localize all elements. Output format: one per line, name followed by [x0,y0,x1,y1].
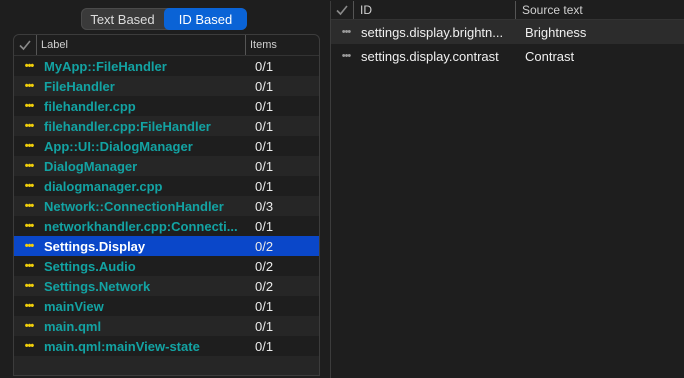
context-row[interactable]: ••• Settings.Network 0/2 [14,276,319,296]
more-dots-icon[interactable]: ••• [14,280,44,292]
context-item-count: 0/1 [255,298,274,314]
context-item-count: 0/1 [255,318,274,334]
context-row[interactable]: ••• Settings.Display 0/2 [14,236,319,256]
context-row[interactable]: ••• DialogManager 0/1 [14,156,319,176]
context-row[interactable]: ••• mainView 0/1 [14,296,319,316]
view-mode-segmented-control[interactable]: Text Based ID Based [81,8,247,30]
more-dots-icon[interactable]: ••• [331,50,361,62]
context-item-count: 0/1 [255,218,274,234]
context-row[interactable]: ••• Settings.Audio 0/2 [14,256,319,276]
context-label: Network::ConnectionHandler [44,198,224,214]
context-row[interactable]: ••• filehandler.cpp:FileHandler 0/1 [14,116,319,136]
context-item-count: 0/1 [255,178,274,194]
message-source-text: Brightness [525,24,587,40]
text-based-tab[interactable]: Text Based [81,8,164,30]
context-list-header: Label Items [14,35,319,56]
context-row[interactable]: ••• Network::ConnectionHandler 0/3 [14,196,319,216]
more-dots-icon[interactable]: ••• [331,26,361,38]
context-item-count: 0/2 [255,258,274,274]
context-label: filehandler.cpp [44,98,136,114]
header-check-column[interactable] [331,4,353,16]
more-dots-icon[interactable]: ••• [14,80,44,92]
context-label: Settings.Audio [44,258,136,274]
context-item-count: 0/3 [255,198,274,214]
more-dots-icon[interactable]: ••• [14,200,44,212]
more-dots-icon[interactable]: ••• [14,100,44,112]
context-label: Settings.Network [44,278,151,294]
context-list-rows: ••• MyApp::FileHandler 0/1 ••• FileHandler 0/… [14,56,319,375]
context-label: dialogmanager.cpp [44,178,163,194]
more-dots-icon[interactable]: ••• [14,260,44,272]
context-label: App::UI::DialogManager [44,138,193,154]
context-item-count: 0/1 [255,78,274,94]
message-source-text: Contrast [525,48,575,64]
context-item-count: 0/1 [255,98,274,114]
message-list-panel: ID Source text ••• settings.display.brigh… [330,1,684,378]
items-column-header[interactable]: Items [245,35,319,55]
context-item-count: 0/1 [255,158,274,174]
more-dots-icon[interactable]: ••• [14,140,44,152]
message-id: settings.display.contrast [361,48,499,64]
more-dots-icon[interactable]: ••• [14,60,44,72]
context-label: mainView [44,298,104,314]
context-row[interactable]: ••• MyApp::FileHandler 0/1 [14,56,319,76]
context-label: networkhandler.cpp:Connecti... [44,218,238,234]
more-dots-icon[interactable]: ••• [14,300,44,312]
context-item-count: 0/2 [255,278,274,294]
context-label: main.qml [44,318,102,334]
context-list-panel: Label Items ••• MyApp::FileHandler 0/1 ••• F… [13,34,320,376]
more-dots-icon[interactable]: ••• [14,180,44,192]
context-label: FileHandler [44,78,115,94]
message-id: settings.display.brightn... [361,24,504,40]
context-row[interactable]: ••• main.qml:mainView-state 0/1 [14,336,319,356]
context-item-count: 0/1 [255,58,274,74]
message-row[interactable]: ••• settings.display.brightn... Brightness [331,20,684,44]
more-dots-icon[interactable]: ••• [14,220,44,232]
checkmark-icon [19,40,31,51]
source-text-column-header[interactable]: Source text [515,1,684,19]
context-label: main.qml:mainView-state [44,338,200,354]
id-column-header[interactable]: ID [353,1,515,19]
empty-row [14,356,319,375]
message-list-rows: ••• settings.display.brightn... Brightness… [331,20,684,68]
context-item-count: 0/1 [255,338,274,354]
header-check-column[interactable] [14,35,36,55]
context-row[interactable]: ••• FileHandler 0/1 [14,76,319,96]
context-label: Settings.Display [44,238,146,254]
message-list-header: ID Source text [331,1,684,20]
more-dots-icon[interactable]: ••• [14,120,44,132]
context-row[interactable]: ••• filehandler.cpp 0/1 [14,96,319,116]
context-label: MyApp::FileHandler [44,58,167,74]
more-dots-icon[interactable]: ••• [14,240,44,252]
more-dots-icon[interactable]: ••• [14,320,44,332]
context-label: filehandler.cpp:FileHandler [44,118,211,134]
checkmark-icon [336,5,348,16]
message-row[interactable]: ••• settings.display.contrast Contrast [331,44,684,68]
context-label: DialogManager [44,158,138,174]
context-row[interactable]: ••• main.qml 0/1 [14,316,319,336]
context-item-count: 0/1 [255,138,274,154]
id-based-tab[interactable]: ID Based [164,8,247,30]
more-dots-icon[interactable]: ••• [14,340,44,352]
context-row[interactable]: ••• App::UI::DialogManager 0/1 [14,136,319,156]
label-column-header[interactable]: Label [36,35,245,55]
context-row[interactable]: ••• dialogmanager.cpp 0/1 [14,176,319,196]
more-dots-icon[interactable]: ••• [14,160,44,172]
context-item-count: 0/2 [255,238,274,254]
context-row[interactable]: ••• networkhandler.cpp:Connecti... 0/1 [14,216,319,236]
context-item-count: 0/1 [255,118,274,134]
